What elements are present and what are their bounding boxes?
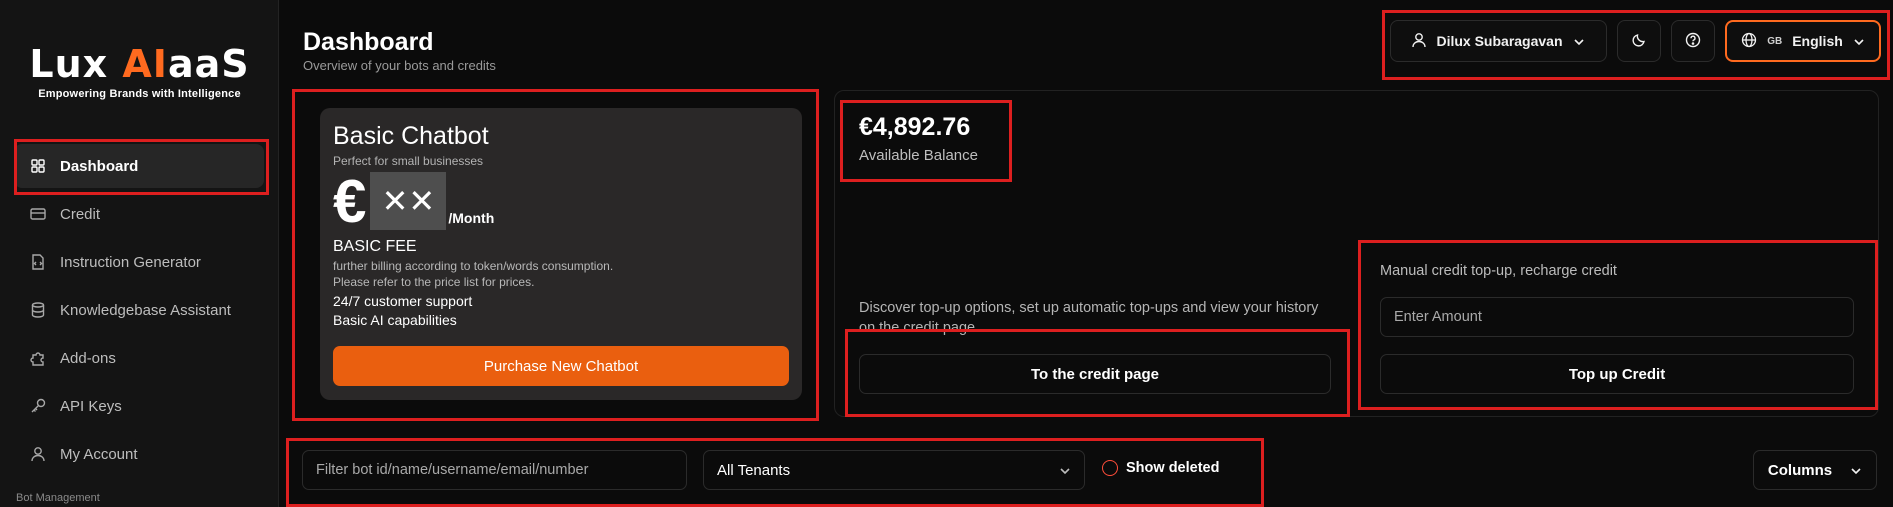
database-icon: [30, 302, 46, 318]
sidebar-item-label: Dashboard: [60, 157, 139, 175]
user-menu-button[interactable]: Dilux Subaragavan: [1390, 20, 1607, 62]
plan-name: Basic Chatbot: [333, 122, 489, 150]
language-flag: GB: [1767, 35, 1783, 47]
sidebar-item-instruction-generator[interactable]: Instruction Generator: [14, 240, 264, 284]
credit-info-text: Discover top-up options, set up automati…: [859, 300, 1319, 336]
user-icon: [1412, 32, 1427, 51]
credit-card-icon: [30, 206, 46, 222]
show-deleted-radio[interactable]: [1102, 460, 1118, 476]
balance-label: Available Balance: [859, 147, 978, 164]
price-currency: €: [333, 168, 367, 235]
sidebar-item-add-ons[interactable]: Add-ons: [14, 336, 264, 380]
language-select[interactable]: GB English: [1725, 20, 1881, 62]
amount-input[interactable]: [1380, 297, 1854, 337]
app-root: Lux AIaaS Empowering Brands with Intelli…: [0, 0, 1893, 507]
sidebar-nav: Dashboard Credit Instruction Generator K…: [14, 144, 264, 480]
sidebar-item-knowledgebase-assistant[interactable]: Knowledgebase Assistant: [14, 288, 264, 332]
tenant-selected-value: All Tenants: [717, 461, 791, 479]
credit-page-button[interactable]: To the credit page: [859, 354, 1331, 394]
chevron-down-icon: [1573, 33, 1585, 49]
dashboard-icon: [30, 158, 46, 174]
help-button[interactable]: [1671, 20, 1715, 62]
user-name: Dilux Subaragavan: [1436, 33, 1563, 49]
globe-icon: [1741, 32, 1757, 51]
sidebar-item-label: API Keys: [60, 397, 122, 415]
balance-amount: €4,892.76: [859, 113, 971, 141]
plan-feature: Basic AI capabilities: [333, 312, 457, 328]
header-actions: Dilux Subaragavan GB English: [1390, 20, 1881, 62]
sidebar-section-label: Bot Management: [16, 492, 100, 504]
help-icon: [1685, 32, 1701, 51]
fee-description: further billing according to token/words…: [333, 258, 789, 290]
price-masked-value: ✕✕: [370, 172, 447, 230]
puzzle-icon: [30, 350, 46, 366]
show-deleted-toggle[interactable]: Show deleted: [1102, 460, 1219, 476]
plan-price: € ✕✕ /Month: [333, 168, 789, 235]
fee-line: Please refer to the price list for price…: [333, 275, 535, 289]
credit-panel: €4,892.76 Available Balance Discover top…: [834, 90, 1879, 417]
key-icon: [30, 398, 46, 414]
document-code-icon: [30, 254, 46, 270]
show-deleted-label: Show deleted: [1126, 460, 1220, 476]
sidebar: Lux AIaaS Empowering Brands with Intelli…: [0, 0, 279, 507]
sidebar-item-label: My Account: [60, 445, 138, 463]
plan-section: Basic Chatbot Perfect for small business…: [302, 94, 810, 412]
sidebar-item-credit[interactable]: Credit: [14, 192, 264, 236]
user-icon: [30, 446, 46, 462]
columns-button[interactable]: Columns: [1753, 450, 1877, 490]
theme-toggle-button[interactable]: [1617, 20, 1661, 62]
bot-filter-input[interactable]: [302, 450, 687, 490]
fee-title: BASIC FEE: [333, 238, 417, 255]
moon-icon: [1631, 32, 1647, 51]
sidebar-item-label: Instruction Generator: [60, 253, 201, 271]
purchase-chatbot-button[interactable]: Purchase New Chatbot: [333, 346, 789, 386]
logo-wordmark: Lux AIaaS: [29, 42, 250, 86]
fee-line: further billing according to token/words…: [333, 259, 614, 273]
tenant-select[interactable]: All Tenants: [703, 450, 1085, 490]
sidebar-item-label: Credit: [60, 205, 101, 223]
chevron-down-icon: [1853, 33, 1865, 49]
price-period: /Month: [448, 210, 495, 226]
logo: Lux AIaaS Empowering Brands with Intelli…: [0, 42, 278, 100]
topup-label: Manual credit top-up, recharge credit: [1380, 263, 1617, 279]
columns-label: Columns: [1767, 461, 1833, 479]
language-label: English: [1792, 33, 1843, 49]
topup-credit-button[interactable]: Top up Credit: [1380, 354, 1854, 394]
plan-card: Basic Chatbot Perfect for small business…: [320, 108, 802, 400]
sidebar-item-my-account[interactable]: My Account: [14, 432, 264, 476]
chevron-down-icon: [1850, 462, 1862, 479]
page-subtitle: Overview of your bots and credits: [303, 58, 496, 73]
sidebar-item-api-keys[interactable]: API Keys: [14, 384, 264, 428]
sidebar-item-label: Knowledgebase Assistant: [60, 301, 231, 319]
sidebar-item-dashboard[interactable]: Dashboard: [14, 144, 264, 188]
chevron-down-icon: [1059, 462, 1071, 479]
plan-feature: 24/7 customer support: [333, 293, 473, 309]
sidebar-item-label: Add-ons: [60, 349, 116, 367]
page-title: Dashboard: [303, 28, 434, 56]
plan-description: Perfect for small businesses: [333, 154, 484, 168]
logo-tagline: Empowering Brands with Intelligence: [38, 88, 241, 100]
